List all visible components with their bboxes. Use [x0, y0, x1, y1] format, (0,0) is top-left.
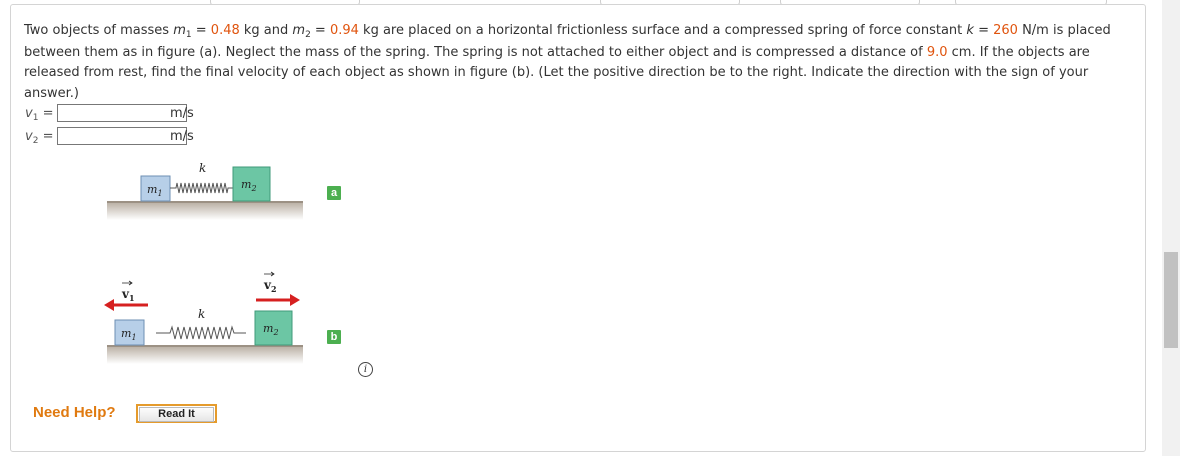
v2-vector-label: v2	[263, 278, 277, 294]
scrollbar-track[interactable]	[1162, 0, 1180, 456]
v2-unit: m/s	[170, 129, 194, 144]
v2-label: v2 =	[25, 129, 54, 146]
v1-label: v1 =	[25, 106, 54, 123]
v1-arrowhead	[104, 299, 114, 311]
v2-arrowhead	[290, 294, 300, 306]
v1-unit: m/s	[170, 106, 194, 121]
info-icon[interactable]: i	[358, 362, 373, 377]
v1-vector-overarrow	[122, 280, 133, 286]
scrollbar-thumb[interactable]	[1164, 252, 1178, 348]
spring-relaxed	[156, 325, 246, 340]
mass1-value: 0.48	[210, 23, 240, 38]
floor-b	[107, 346, 303, 364]
v1-input[interactable]	[57, 104, 187, 122]
spring-constant-value: 260	[993, 23, 1018, 38]
compression-value: 9.0	[926, 44, 948, 60]
v2-input[interactable]	[57, 127, 187, 145]
question-text: Two objects of masses m1 = 0.48 kg and m…	[24, 23, 1111, 101]
floor-a	[107, 202, 303, 220]
floor-a-edge	[107, 201, 303, 203]
figure-b-badge: b	[327, 330, 341, 344]
v1-vector-label: v1	[121, 287, 135, 303]
v2-vector-overarrow	[264, 271, 275, 277]
read-it-label: Read It	[139, 407, 214, 422]
need-help-label: Need Help?	[33, 404, 116, 421]
spring-k-label-a: k	[199, 161, 206, 175]
spring-figure: m1 k m2 v1 v2 m1 k m2	[104, 161, 303, 364]
figure-a-badge: a	[327, 186, 341, 200]
spring-k-label-b: k	[198, 307, 205, 321]
spring-compressed	[170, 182, 233, 194]
read-it-button[interactable]: Read It	[136, 404, 217, 423]
mass2-value: 0.94	[329, 23, 359, 38]
